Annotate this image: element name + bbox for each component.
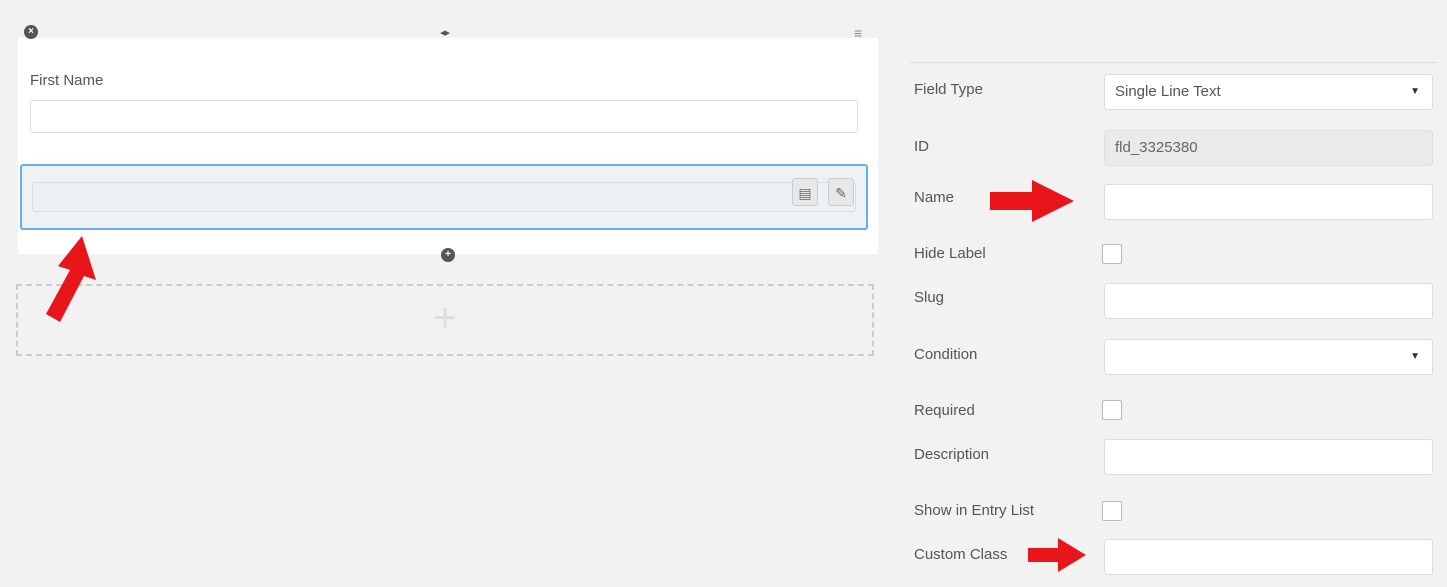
resize-horizontal-icon[interactable]: ◂▸ bbox=[440, 26, 450, 39]
slug-input[interactable] bbox=[1104, 283, 1433, 319]
add-row-dropzone[interactable]: + bbox=[16, 284, 874, 356]
field-type-label: Field Type bbox=[914, 81, 983, 98]
show-in-entry-list-checkbox[interactable] bbox=[1102, 501, 1122, 521]
row-toolbar: × ◂▸ ≡ bbox=[14, 20, 876, 42]
name-input[interactable] bbox=[1104, 184, 1433, 220]
id-field: fld_3325380 bbox=[1104, 130, 1433, 166]
id-label: ID bbox=[914, 138, 929, 155]
first-name-input[interactable] bbox=[30, 100, 858, 133]
required-label: Required bbox=[914, 402, 975, 419]
description-input[interactable] bbox=[1104, 439, 1433, 475]
hamburger-icon[interactable]: ≡ bbox=[854, 26, 862, 40]
plus-icon: + bbox=[433, 296, 457, 340]
name-label: Name bbox=[914, 189, 955, 206]
settings-divider bbox=[910, 62, 1438, 63]
caret-down-icon: ▼ bbox=[1410, 86, 1420, 97]
caret-down-icon: ▼ bbox=[1410, 351, 1420, 362]
field-drop-slot[interactable]: ▤ ✎ bbox=[20, 164, 868, 230]
slug-label: Slug bbox=[914, 289, 945, 306]
hide-label-checkbox[interactable] bbox=[1102, 244, 1122, 264]
show-in-entry-list-label: Show in Entry List bbox=[914, 502, 1035, 519]
field-label-first-name: First Name bbox=[30, 72, 104, 89]
field-type-select[interactable]: Single Line Text ▼ bbox=[1104, 74, 1433, 110]
custom-class-label: Custom Class bbox=[914, 546, 1008, 563]
red-arrow-right-icon bbox=[1028, 538, 1086, 572]
plus-circle-icon[interactable]: + bbox=[441, 248, 455, 262]
pencil-icon[interactable]: ✎ bbox=[828, 178, 854, 206]
duplicate-icon[interactable]: ▤ bbox=[792, 178, 818, 206]
hide-label-label: Hide Label bbox=[914, 245, 986, 262]
required-checkbox[interactable] bbox=[1102, 400, 1122, 420]
custom-class-input[interactable] bbox=[1104, 539, 1433, 575]
condition-label: Condition bbox=[914, 346, 978, 363]
field-type-value: Single Line Text bbox=[1115, 83, 1221, 100]
condition-select[interactable]: ▼ bbox=[1104, 339, 1433, 375]
id-value: fld_3325380 bbox=[1115, 139, 1198, 156]
red-arrow-right-icon bbox=[990, 180, 1074, 222]
red-arrow-up-icon bbox=[46, 236, 96, 322]
description-label: Description bbox=[914, 446, 990, 463]
empty-field-placeholder bbox=[32, 182, 856, 212]
x-circle-icon[interactable]: × bbox=[24, 25, 38, 39]
